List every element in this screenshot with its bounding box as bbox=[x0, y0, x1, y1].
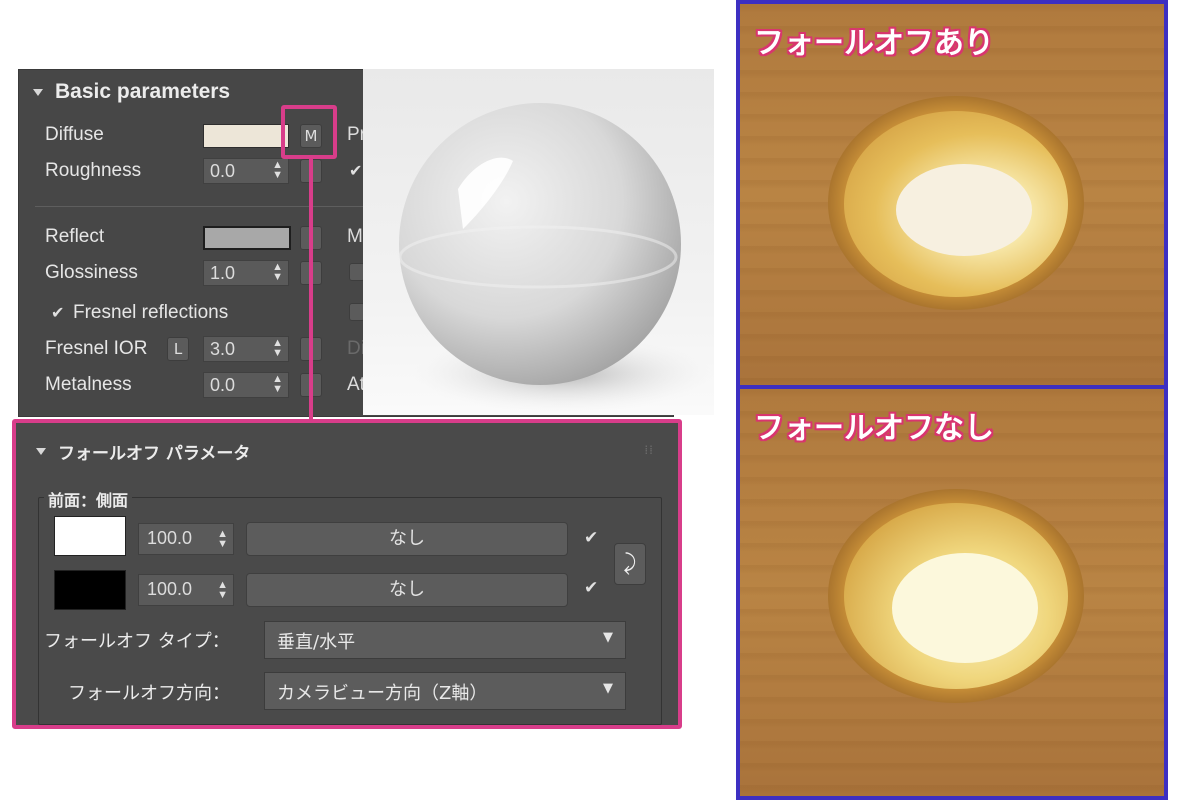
sphere-preview-image bbox=[398, 103, 713, 412]
falloff-direction-label: フォールオフ方向： bbox=[68, 683, 230, 704]
glossiness-value: 1.0 bbox=[210, 263, 236, 283]
basic-parameters-header[interactable]: Basic parameters bbox=[33, 80, 230, 104]
falloff-direction-dropdown[interactable]: カメラビュー方向（Z軸） ▼ bbox=[264, 672, 626, 710]
metalness-label: Metalness bbox=[45, 374, 132, 395]
side-map-button[interactable]: なし bbox=[246, 573, 568, 607]
roughness-value: 0.0 bbox=[210, 161, 236, 181]
side-map-checkbox-icon[interactable]: ✔ bbox=[584, 579, 602, 597]
side-color-swatch[interactable] bbox=[54, 570, 126, 610]
cut-label: M bbox=[347, 226, 363, 247]
spinner-arrows-icon[interactable]: ▲ ▼ bbox=[272, 338, 283, 359]
reflect-color-swatch[interactable] bbox=[203, 226, 291, 250]
front-map-button[interactable]: なし bbox=[246, 522, 568, 556]
diffuse-label: Diffuse bbox=[45, 124, 104, 145]
falloff-on-comparison-image: フォールオフあり bbox=[736, 0, 1168, 389]
fresnel-ior-lock-button[interactable]: L bbox=[167, 337, 189, 361]
metalness-value: 0.0 bbox=[210, 375, 236, 395]
falloff-off-comparison-image: フォールオフなし bbox=[736, 385, 1168, 800]
falloff-type-label: フォールオフ タイプ： bbox=[44, 631, 230, 652]
falloff-type-dropdown[interactable]: 垂直/水平 ▼ bbox=[264, 621, 626, 659]
diffuse-color-swatch[interactable] bbox=[203, 124, 289, 148]
basic-parameters-title: Basic parameters bbox=[55, 80, 231, 103]
fresnel-ior-value: 3.0 bbox=[210, 339, 236, 359]
side-amount-value: 100.0 bbox=[147, 579, 193, 599]
fresnel-checkbox-icon[interactable]: ✔ bbox=[51, 304, 69, 322]
falloff-on-label: フォールオフあり bbox=[754, 26, 994, 61]
grip-icon[interactable]: ⁞⁞ bbox=[644, 443, 654, 457]
front-amount-value: 100.0 bbox=[147, 528, 193, 548]
falloff-type-value: 垂直/水平 bbox=[277, 632, 356, 653]
front-map-checkbox-icon[interactable]: ✔ bbox=[584, 529, 602, 547]
spinner-arrows-icon[interactable]: ▲ ▼ bbox=[272, 160, 283, 181]
fresnel-ior-spinner[interactable]: 3.0 ▲ ▼ bbox=[203, 336, 289, 362]
glossiness-label: Glossiness bbox=[45, 262, 138, 283]
spinner-arrows-icon[interactable]: ▲ ▼ bbox=[272, 262, 283, 283]
front-side-label: 前面：側面 bbox=[44, 487, 133, 511]
falloff-parameters-panel: フォールオフ パラメータ ⁞⁞ 前面：側面 100.0 ▲ ▼ なし ✔ 100.… bbox=[12, 419, 682, 729]
falloff-header-title: フォールオフ パラメータ bbox=[58, 444, 251, 464]
fresnel-reflections-label: Fresnel reflections bbox=[73, 302, 229, 323]
reflect-label: Reflect bbox=[45, 226, 105, 247]
separator bbox=[35, 206, 365, 207]
falloff-header[interactable]: フォールオフ パラメータ bbox=[36, 439, 250, 464]
swap-icon[interactable]: ⤸ bbox=[614, 543, 646, 585]
downlight-core bbox=[892, 553, 1038, 663]
falloff-direction-value: カメラビュー方向（Z軸） bbox=[277, 683, 488, 704]
downlight-core bbox=[896, 164, 1032, 256]
glossiness-spinner[interactable]: 1.0 ▲ ▼ bbox=[203, 260, 289, 286]
spinner-arrows-icon[interactable]: ▲ ▼ bbox=[272, 374, 283, 395]
metalness-spinner[interactable]: 0.0 ▲ ▼ bbox=[203, 372, 289, 398]
m-button-highlight bbox=[281, 105, 337, 159]
roughness-label: Roughness bbox=[45, 160, 142, 181]
collapse-triangle-icon[interactable] bbox=[33, 88, 43, 96]
front-color-swatch[interactable] bbox=[54, 516, 126, 556]
front-amount-spinner[interactable]: 100.0 ▲ ▼ bbox=[138, 523, 234, 555]
fresnel-ior-label: Fresnel IOR bbox=[45, 338, 148, 359]
spinner-arrows-icon[interactable]: ▲ ▼ bbox=[217, 529, 228, 550]
side-amount-spinner[interactable]: 100.0 ▲ ▼ bbox=[138, 574, 234, 606]
material-preview-render bbox=[363, 69, 714, 415]
chevron-down-icon: ▼ bbox=[603, 681, 613, 696]
roughness-spinner[interactable]: 0.0 ▲ ▼ bbox=[203, 158, 289, 184]
chevron-down-icon: ▼ bbox=[603, 630, 613, 645]
collapse-triangle-icon[interactable] bbox=[36, 448, 46, 455]
spinner-arrows-icon[interactable]: ▲ ▼ bbox=[217, 580, 228, 601]
falloff-off-label: フォールオフなし bbox=[754, 411, 994, 446]
connector-line bbox=[309, 157, 313, 421]
